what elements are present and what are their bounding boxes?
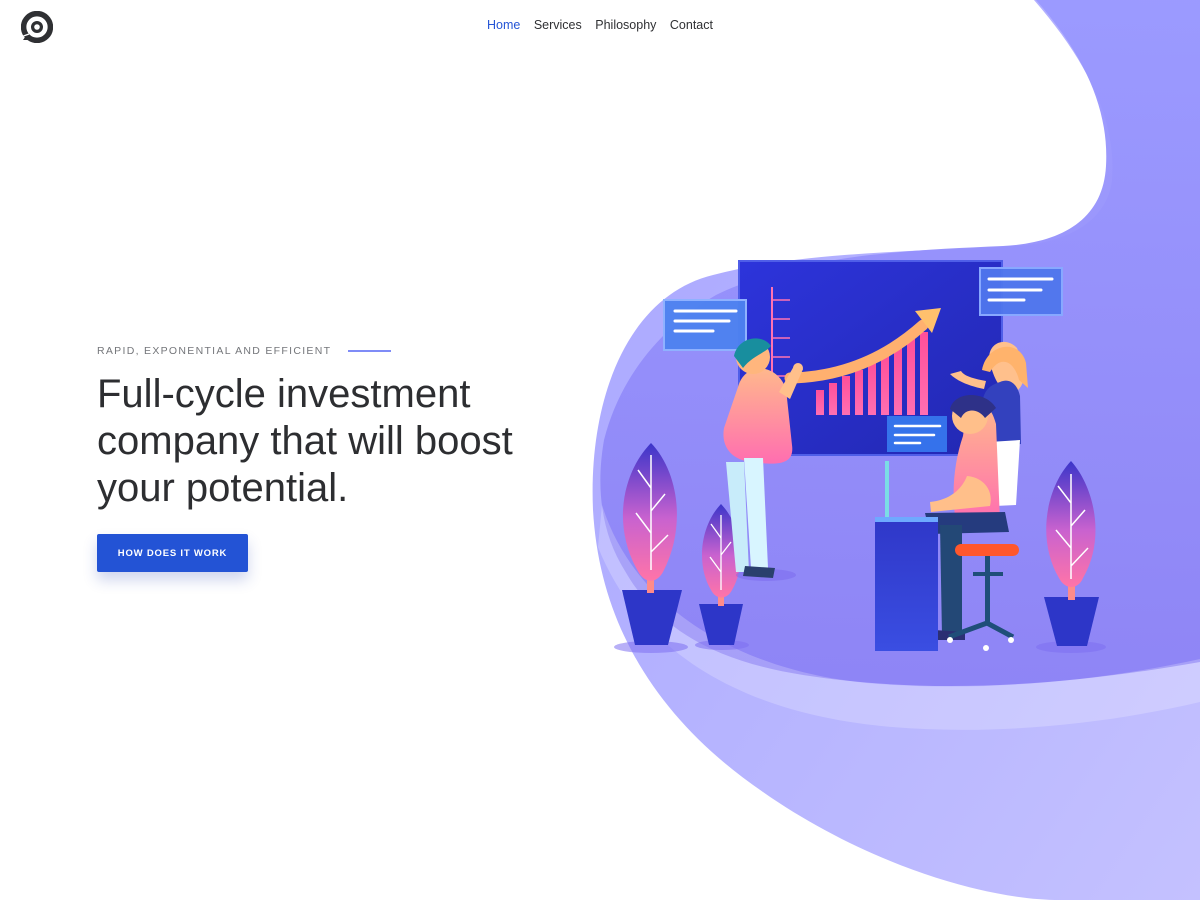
nav-philosophy-link[interactable]: Philosophy xyxy=(595,17,656,33)
how-does-it-work-button[interactable]: HOW DOES IT WORK xyxy=(97,534,248,572)
site-header: Home Services Philosophy Contact xyxy=(0,0,1200,50)
nav-services-link[interactable]: Services xyxy=(534,17,582,33)
main-navigation: Home Services Philosophy Contact xyxy=(0,17,1200,33)
landing-page: Home Services Philosophy Contact RAPID, … xyxy=(0,0,1200,900)
hero-section: RAPID, EXPONENTIAL AND EFFICIENT Full-cy… xyxy=(97,341,597,572)
eyebrow-divider xyxy=(348,350,392,352)
hero-headline: Full-cycle investment company that will … xyxy=(97,372,513,510)
hero-eyebrow: RAPID, EXPONENTIAL AND EFFICIENT xyxy=(97,345,332,357)
nav-home-link[interactable]: Home xyxy=(487,17,520,33)
eyebrow-row: RAPID, EXPONENTIAL AND EFFICIENT xyxy=(97,341,597,361)
nav-contact-link[interactable]: Contact xyxy=(670,17,713,33)
